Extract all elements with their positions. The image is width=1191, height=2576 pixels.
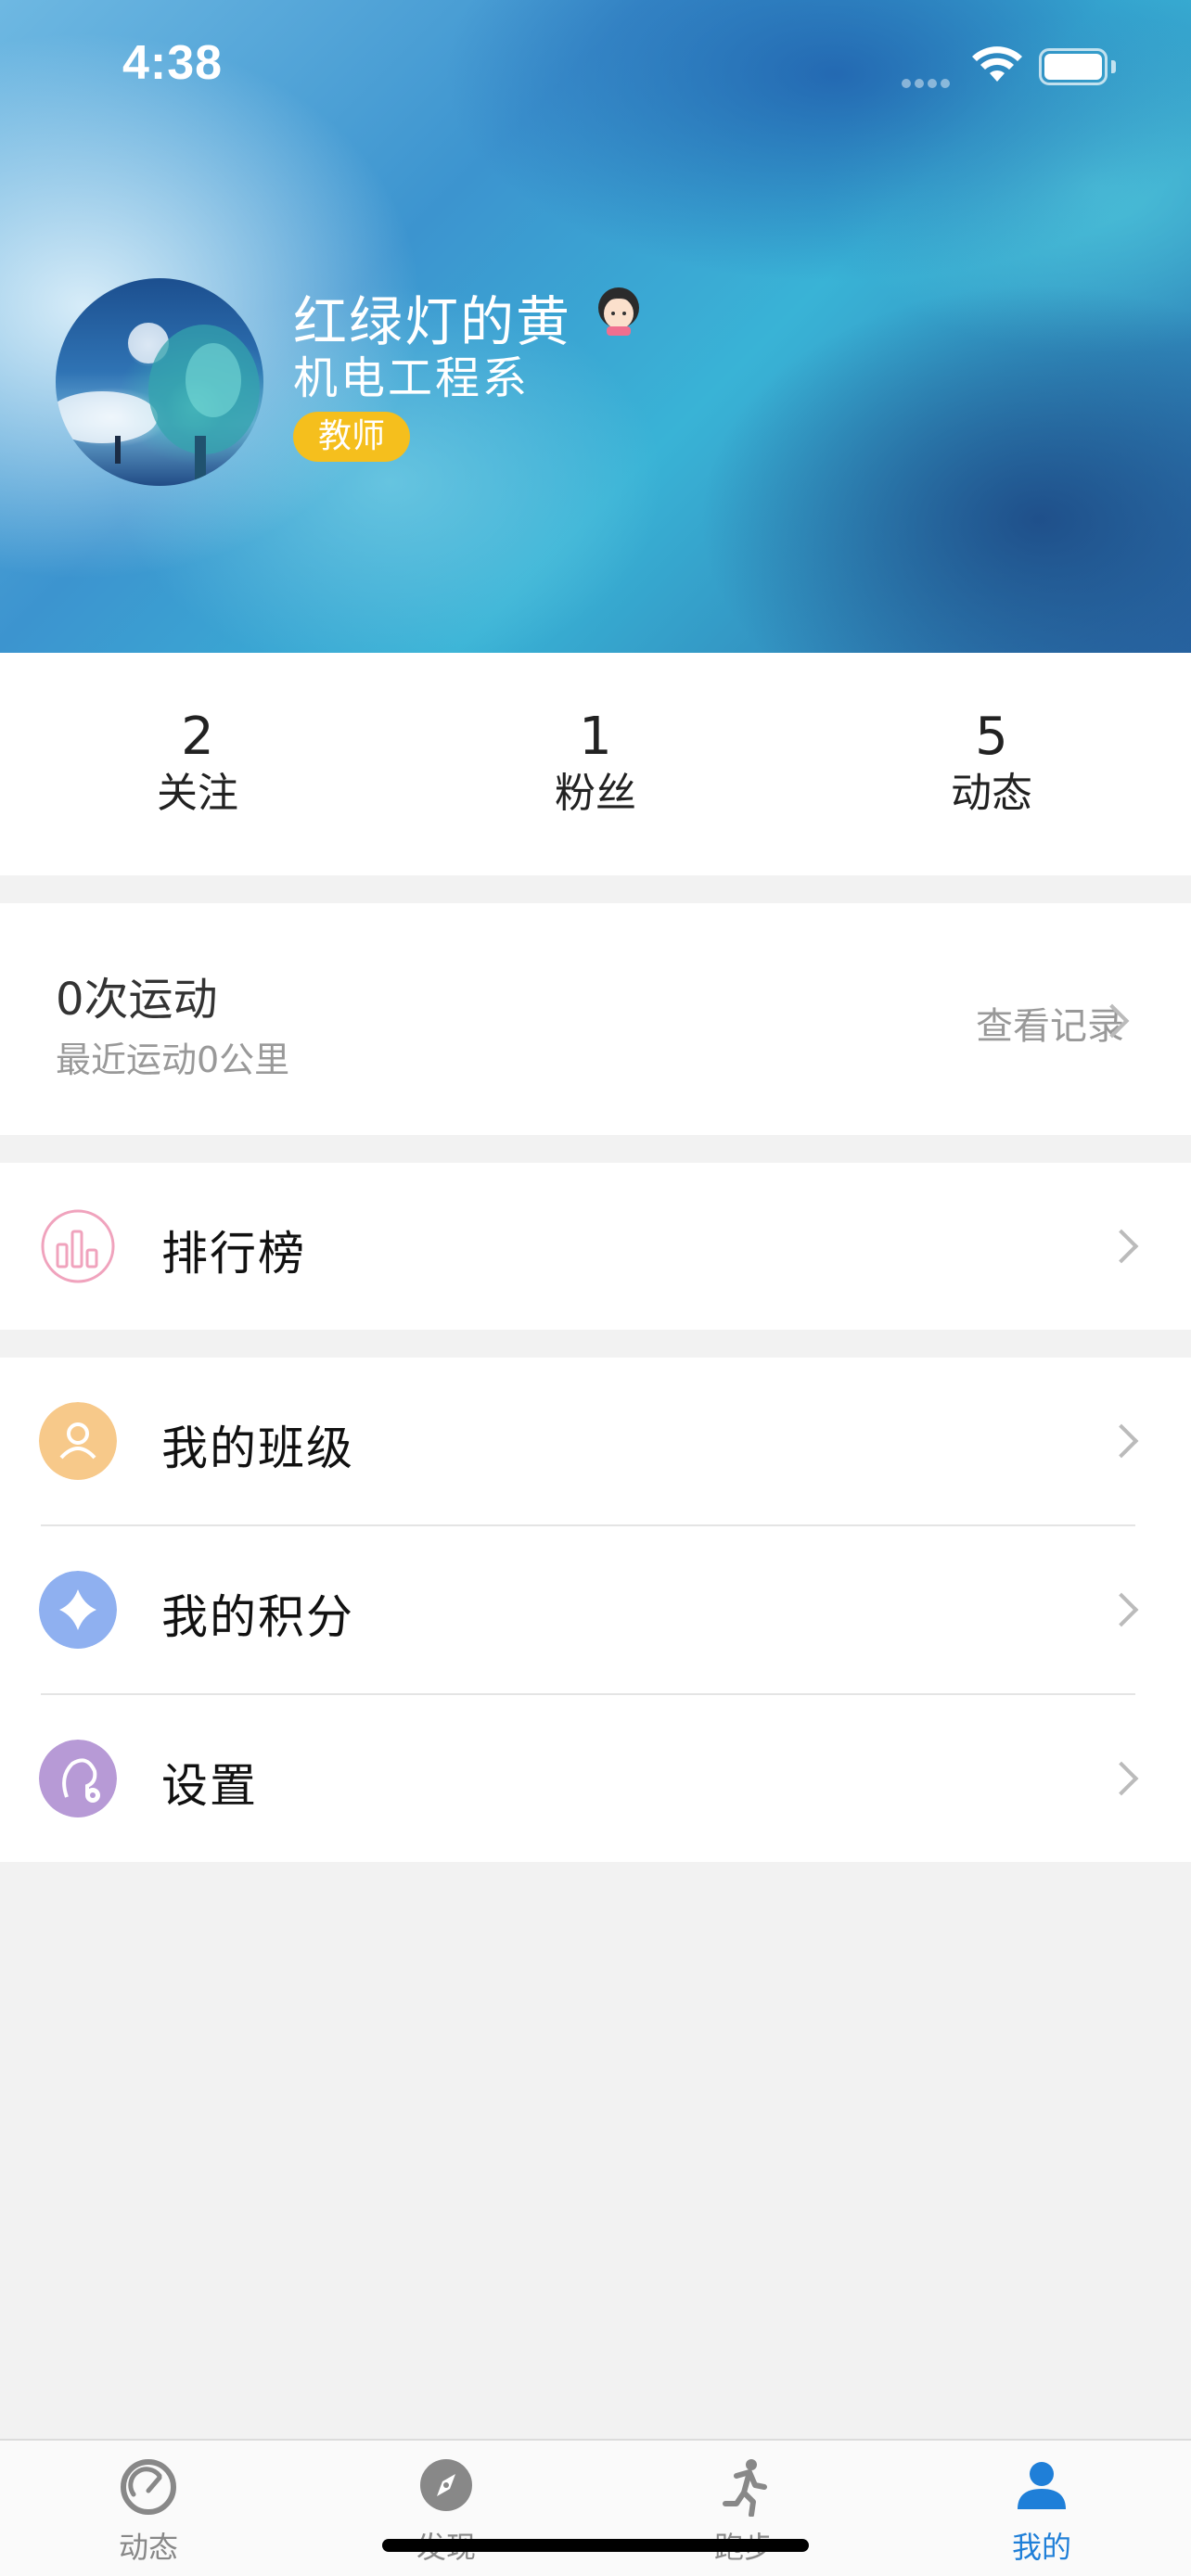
stat-followers-value: 1 [579,707,612,767]
chevron-right-icon [1104,1761,1139,1796]
girl-emoji-icon [598,287,639,336]
menu-item-my-class-label: 我的班级 [161,1422,354,1475]
menu-item-my-class[interactable]: 我的班级 [0,1358,1191,1524]
chevron-right-icon [1104,1592,1139,1627]
menu-group-leaderboard: 排行榜 [0,1163,1191,1330]
avatar[interactable] [56,278,263,486]
menu-item-settings[interactable]: 设置 [0,1695,1191,1862]
stat-followers-label: 粉丝 [555,770,636,817]
stats-bar: 2 关注 1 粉丝 5 动态 [0,653,1191,875]
stat-posts-value: 5 [975,707,1008,767]
tab-bar: 动态 发现 跑步 我的 [0,2439,1191,2576]
home-indicator [382,2539,809,2552]
status-bar: 4:38 [0,0,1191,130]
person-icon [1018,2462,1066,2509]
stat-posts-label: 动态 [951,770,1032,817]
tab-dynamics[interactable]: 动态 [56,2450,241,2570]
speedometer-icon [121,2459,176,2515]
settings-profile-icon [39,1740,117,1817]
menu-item-my-points[interactable]: 我的积分 [0,1526,1191,1693]
profile-header: 4:38 红绿灯的黄 机电工程系 教师 [0,0,1191,653]
runner-icon [723,2459,767,2517]
stat-following-value: 2 [181,707,214,767]
wifi-icon [972,46,1022,82]
stat-followers[interactable]: 1 粉丝 [503,707,688,820]
menu-item-leaderboard-label: 排行榜 [161,1227,306,1281]
chevron-right-icon [1104,1229,1139,1264]
menu-item-settings-label: 设置 [161,1759,258,1813]
tab-mine-label: 我的 [1011,2530,1071,2565]
exercise-count: 0次运动 [56,974,218,1026]
stat-posts[interactable]: 5 动态 [899,707,1084,820]
class-person-icon [39,1402,117,1480]
profile-department: 机电工程系 [293,352,531,404]
bar-chart-icon [41,1209,115,1283]
tab-mine[interactable]: 我的 [949,2450,1134,2570]
tab-discover[interactable]: 发现 [353,2450,539,2570]
menu-group-account: 我的班级 我的积分 设置 [0,1358,1191,1862]
compass-icon [420,2459,472,2511]
menu-item-my-points-label: 我的积分 [161,1590,354,1644]
chevron-right-icon [1104,1423,1139,1459]
avatar-artwork [56,323,260,482]
status-time: 4:38 [122,36,224,90]
menu-item-leaderboard[interactable]: 排行榜 [0,1163,1191,1330]
tab-dynamics-label: 动态 [118,2530,178,2565]
exercise-summary[interactable]: 0次运动 最近运动0公里 查看记录 [0,903,1191,1135]
cellular-signal-icon [902,74,957,88]
stat-following[interactable]: 2 关注 [105,707,290,820]
diamond-points-icon [39,1571,117,1649]
exercise-recent-distance: 最近运动0公里 [56,1039,290,1080]
stat-following-label: 关注 [157,770,238,817]
role-badge: 教师 [293,412,410,462]
battery-icon [1039,48,1117,85]
tab-running[interactable]: 跑步 [651,2450,837,2570]
